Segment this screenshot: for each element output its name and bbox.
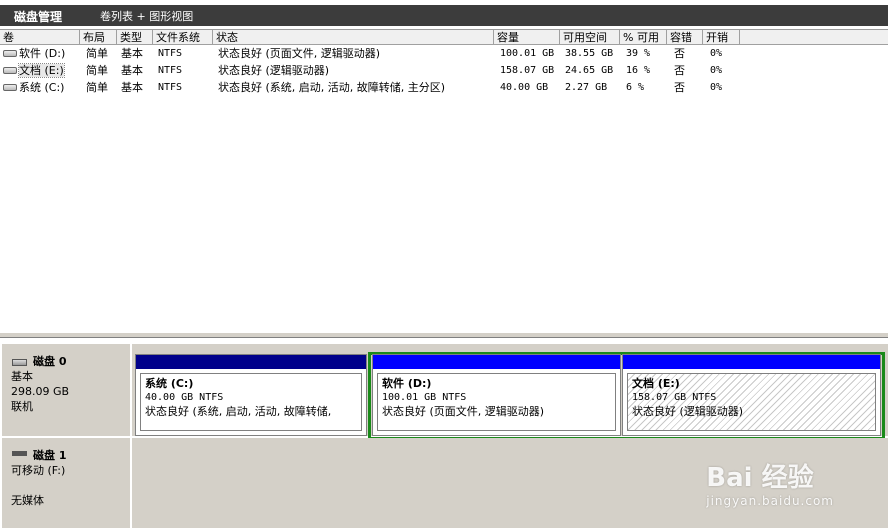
filesystem-cell: NTFS xyxy=(158,65,183,76)
volume-name: 文档 (E:) xyxy=(18,63,65,78)
type-cell: 基本 xyxy=(121,64,143,77)
disk-0-info[interactable]: 磁盘 0 基本 298.09 GB 联机 xyxy=(2,344,132,436)
column-status[interactable]: 状态 xyxy=(213,30,494,45)
disk-0-row: 磁盘 0 基本 298.09 GB 联机 系统 (C:) 40.00 GB NT… xyxy=(2,344,888,440)
column-layout[interactable]: 布局 xyxy=(80,30,117,45)
partition-d[interactable]: 软件 (D:) 100.01 GB NTFS 状态良好 (页面文件, 逻辑驱动器… xyxy=(372,354,621,436)
partition-c-body: 系统 (C:) 40.00 GB NTFS 状态良好 (系统, 启动, 活动, … xyxy=(140,373,362,431)
type-cell: 基本 xyxy=(121,47,143,60)
partition-e[interactable]: 文档 (E:) 158.07 GB NTFS 状态良好 (逻辑驱动器) xyxy=(622,354,881,436)
disk-type: 基本 xyxy=(11,370,33,383)
status-cell: 状态良好 (逻辑驱动器) xyxy=(218,64,330,77)
partition-title: 软件 (D:) xyxy=(382,377,432,390)
fault-tolerance-cell: 否 xyxy=(674,81,685,94)
view-mode-label: 卷列表 + 图形视图 xyxy=(100,10,194,23)
watermark-brand: Bai 经验 xyxy=(706,463,814,493)
status-cell: 状态良好 (页面文件, 逻辑驱动器) xyxy=(218,47,381,60)
volume-row[interactable]: 文档 (E:) 简单 基本 NTFS 状态良好 (逻辑驱动器) 158.07 G… xyxy=(0,62,888,79)
partition-status: 状态良好 (页面文件, 逻辑驱动器) xyxy=(382,405,545,418)
removable-disk-icon xyxy=(12,451,27,456)
volume-icon xyxy=(3,83,17,91)
column-volume[interactable]: 卷 xyxy=(0,30,80,45)
partition-status: 状态良好 (逻辑驱动器) xyxy=(632,405,744,418)
disk-name: 磁盘 1 xyxy=(33,449,67,462)
partition-title: 系统 (C:) xyxy=(145,377,194,390)
free-space-cell: 24.65 GB xyxy=(565,65,614,76)
overhead-cell: 0% xyxy=(710,82,723,93)
partition-size: 158.07 GB NTFS xyxy=(632,392,717,403)
overhead-cell: 0% xyxy=(710,48,723,59)
volume-list: 卷 布局 类型 文件系统 状态 容量 可用空间 % 可用 容错 开销 软件 (D… xyxy=(0,30,888,332)
title-bar: 磁盘管理 卷列表 + 图形视图 xyxy=(0,0,888,30)
volume-icon xyxy=(3,66,17,74)
volume-name: 软件 (D:) xyxy=(19,47,66,60)
disk-state: 联机 xyxy=(11,400,33,413)
disk-graphical-view: 磁盘 0 基本 298.09 GB 联机 系统 (C:) 40.00 GB NT… xyxy=(0,338,888,528)
volume-row[interactable]: 系统 (C:) 简单 基本 NTFS 状态良好 (系统, 启动, 活动, 故障转… xyxy=(0,79,888,96)
capacity-cell: 100.01 GB xyxy=(500,48,555,59)
volume-name-cell: 文档 (E:) xyxy=(0,62,80,79)
logical-partition-bar xyxy=(623,355,880,369)
volume-name-cell: 系统 (C:) xyxy=(0,79,80,96)
free-space-cell: 2.27 GB xyxy=(565,82,608,93)
partition-d-body: 软件 (D:) 100.01 GB NTFS 状态良好 (页面文件, 逻辑驱动器… xyxy=(377,373,616,431)
partition-status: 状态良好 (系统, 启动, 活动, 故障转储, xyxy=(145,405,332,418)
column-capacity[interactable]: 容量 xyxy=(494,30,560,45)
partition-size: 100.01 GB NTFS xyxy=(382,392,467,403)
partition-size: 40.00 GB NTFS xyxy=(145,392,224,403)
app-title: 磁盘管理 xyxy=(14,10,63,24)
disk-type: 可移动 (F:) xyxy=(11,464,66,477)
logical-partition-bar xyxy=(373,355,620,369)
hard-disk-icon xyxy=(12,359,27,366)
column-filesystem[interactable]: 文件系统 xyxy=(153,30,213,45)
column-free-space[interactable]: 可用空间 xyxy=(560,30,620,45)
primary-partition-bar xyxy=(136,355,366,369)
volume-name-cell: 软件 (D:) xyxy=(0,45,80,62)
volume-icon xyxy=(3,49,17,57)
volume-list-header: 卷 布局 类型 文件系统 状态 容量 可用空间 % 可用 容错 开销 xyxy=(0,30,888,45)
disk-state: 无媒体 xyxy=(11,494,44,507)
fault-tolerance-cell: 否 xyxy=(674,47,685,60)
partition-e-body: 文档 (E:) 158.07 GB NTFS 状态良好 (逻辑驱动器) xyxy=(627,373,876,431)
capacity-cell: 158.07 GB xyxy=(500,65,555,76)
fault-tolerance-cell: 否 xyxy=(674,64,685,77)
partition-title: 文档 (E:) xyxy=(632,377,680,390)
type-cell: 基本 xyxy=(121,81,143,94)
percent-free-cell: 16 % xyxy=(626,65,651,76)
column-fault-tolerance[interactable]: 容错 xyxy=(667,30,703,45)
status-cell: 状态良好 (系统, 启动, 活动, 故障转储, 主分区) xyxy=(218,81,446,94)
partition-c[interactable]: 系统 (C:) 40.00 GB NTFS 状态良好 (系统, 启动, 活动, … xyxy=(135,354,367,436)
free-space-cell: 38.55 GB xyxy=(565,48,614,59)
disk-1-info[interactable]: 磁盘 1 可移动 (F:) 无媒体 xyxy=(2,438,132,528)
disk-name: 磁盘 0 xyxy=(33,355,67,368)
watermark-url: jingyan.baidu.com xyxy=(706,494,834,508)
overhead-cell: 0% xyxy=(710,65,723,76)
volume-row[interactable]: 软件 (D:) 简单 基本 NTFS 状态良好 (页面文件, 逻辑驱动器) 10… xyxy=(0,45,888,62)
percent-free-cell: 39 % xyxy=(626,48,651,59)
disk-size: 298.09 GB xyxy=(11,385,70,398)
layout-cell: 简单 xyxy=(86,47,108,60)
filesystem-cell: NTFS xyxy=(158,82,183,93)
layout-cell: 简单 xyxy=(86,64,108,77)
volume-name: 系统 (C:) xyxy=(19,81,65,94)
column-overhead[interactable]: 开销 xyxy=(703,30,740,45)
percent-free-cell: 6 % xyxy=(626,82,645,93)
layout-cell: 简单 xyxy=(86,81,108,94)
baidu-jingyan-watermark: Bai 经验 jingyan.baidu.com xyxy=(706,457,834,508)
filesystem-cell: NTFS xyxy=(158,48,183,59)
column-type[interactable]: 类型 xyxy=(117,30,153,45)
capacity-cell: 40.00 GB xyxy=(500,82,549,93)
column-percent-free[interactable]: % 可用 xyxy=(620,30,667,45)
